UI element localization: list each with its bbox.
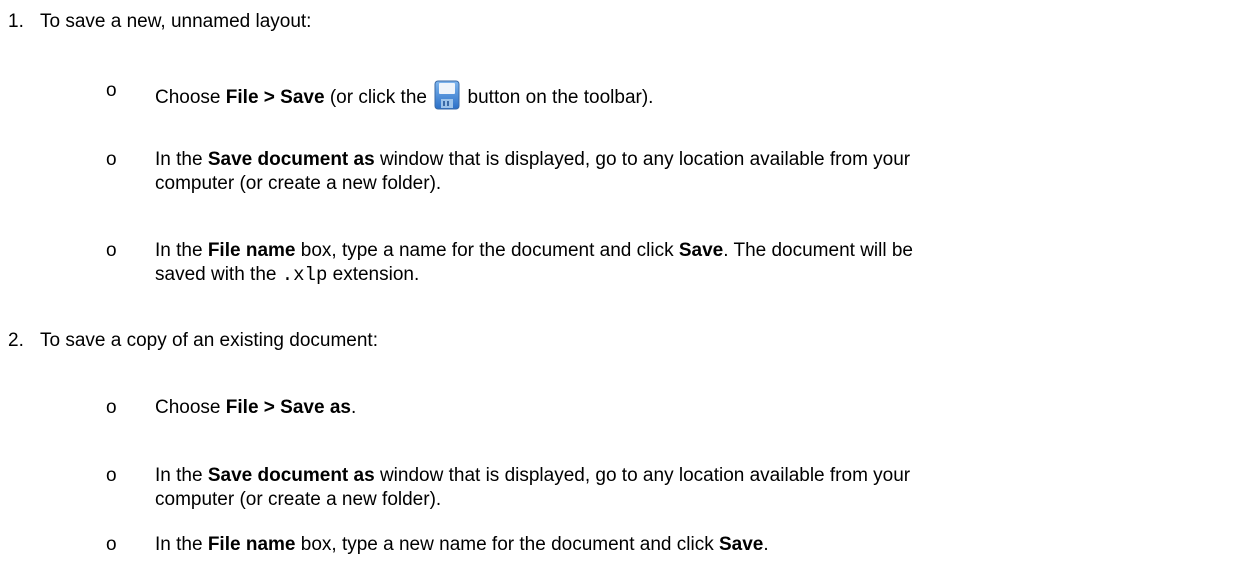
bullet-text: In the Save document as window that is d…: [155, 465, 911, 486]
step-text: To save a copy of an existing document:: [40, 330, 378, 351]
bullet-marker: o: [106, 80, 117, 101]
file-extension: .xlp: [281, 264, 328, 286]
bullet-text-continuation: saved with the .xlp extension.: [155, 264, 420, 286]
floppy-disk-save-icon: [434, 80, 460, 110]
bullet-marker: o: [106, 149, 117, 170]
bullet-text: Choose File > Save (or click the button …: [155, 80, 653, 110]
bullet-text-continuation: computer (or create a new folder).: [155, 173, 442, 194]
bullet-marker: o: [106, 465, 117, 486]
bullet-marker: o: [106, 534, 117, 555]
step-number: 1.: [8, 11, 24, 32]
bullet-text: Choose File > Save as.: [155, 397, 357, 418]
bullet-text: In the File name box, type a name for th…: [155, 240, 913, 261]
bullet-text: In the Save document as window that is d…: [155, 149, 911, 170]
bullet-marker: o: [106, 397, 117, 418]
bullet-marker: o: [106, 240, 117, 261]
bullet-text: In the File name box, type a new name fo…: [155, 534, 769, 555]
step-text: To save a new, unnamed layout:: [40, 11, 312, 32]
step-number: 2.: [8, 330, 24, 351]
bullet-text-continuation: computer (or create a new folder).: [155, 489, 442, 510]
